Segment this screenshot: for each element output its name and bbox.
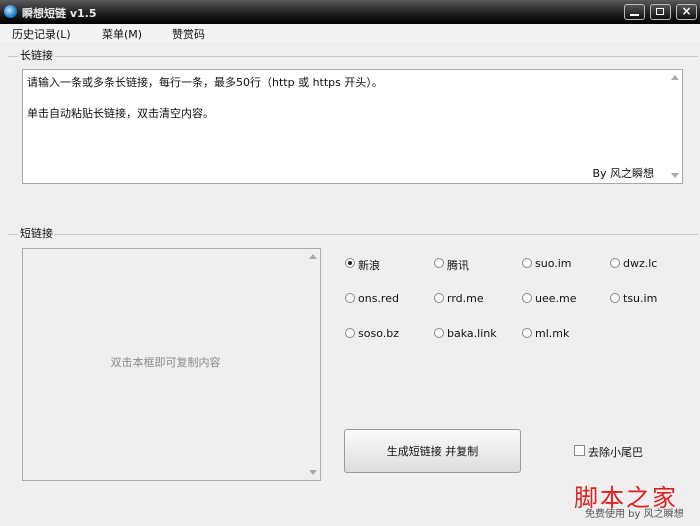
- maximize-button[interactable]: [650, 4, 671, 20]
- long-link-scrollbar[interactable]: [669, 72, 680, 181]
- short-link-label: 短链接: [18, 225, 55, 241]
- long-link-instruction: 请输入一条或多条长链接，每行一条，最多50行（http 或 https 开头）。: [27, 76, 383, 89]
- close-icon: ×: [681, 4, 692, 18]
- radio-icon: [610, 293, 620, 303]
- radio-icon: [434, 258, 444, 268]
- short-link-output[interactable]: 双击本框即可复制内容: [22, 248, 321, 481]
- generate-short-link-button[interactable]: 生成短链接 并复制: [344, 429, 521, 473]
- long-link-tip: 单击自动粘贴长链接，双击清空内容。: [27, 107, 214, 120]
- checkbox-icon: [574, 445, 585, 456]
- menu-history[interactable]: 历史记录(L): [12, 26, 71, 42]
- short-link-hint: 双击本框即可复制内容: [110, 356, 221, 369]
- radio-icon: [345, 328, 355, 338]
- radio-icon: [610, 258, 620, 268]
- radio-icon: [434, 293, 444, 303]
- scroll-down-icon[interactable]: [671, 173, 679, 178]
- long-link-textarea[interactable]: 请输入一条或多条长链接，每行一条，最多50行（http 或 https 开头）。…: [22, 69, 683, 184]
- radio-icon: [522, 293, 532, 303]
- radio-icon: [434, 328, 444, 338]
- app-icon: [4, 5, 17, 18]
- remove-tail-checkbox[interactable]: 去除小尾巴: [574, 444, 654, 459]
- window-title: 瞬想短链 v1.5: [22, 7, 97, 20]
- radio-icon: [345, 293, 355, 303]
- scroll-up-icon[interactable]: [671, 75, 679, 80]
- watermark-text: 免费使用 by 风之瞬想: [585, 509, 684, 520]
- radio-icon: [522, 328, 532, 338]
- close-button[interactable]: ×: [676, 4, 697, 20]
- menu-bar: 历史记录(L) 菜单(M) 赞赏码: [0, 24, 700, 42]
- scroll-up-icon[interactable]: [309, 254, 317, 259]
- radio-icon: [522, 258, 532, 268]
- short-link-scrollbar[interactable]: [307, 251, 318, 478]
- menu-donate[interactable]: 赞赏码: [172, 26, 205, 42]
- radio-icon: [345, 258, 355, 268]
- scroll-down-icon[interactable]: [309, 470, 317, 475]
- remove-tail-label: 去除小尾巴: [588, 446, 643, 459]
- signature-text: By 风之瞬想: [592, 167, 654, 180]
- minimize-button[interactable]: [624, 4, 645, 20]
- long-link-label: 长链接: [18, 47, 55, 63]
- title-bar: 瞬想短链 v1.5 ×: [0, 0, 700, 24]
- menu-menu[interactable]: 菜单(M): [102, 26, 142, 42]
